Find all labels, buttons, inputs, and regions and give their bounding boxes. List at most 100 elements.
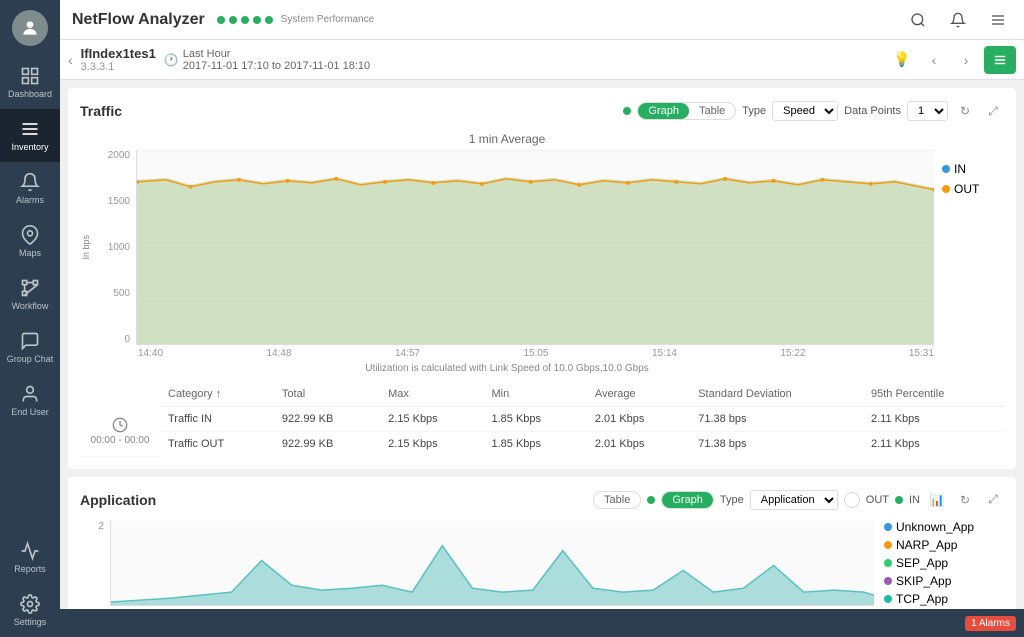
data-points-label: Data Points: [844, 105, 901, 117]
yaxis-0: 0: [96, 334, 130, 345]
legend-in: IN: [942, 162, 1004, 176]
traffic-chart: 1 min Average In bps 2000 1500 1000 500 …: [80, 132, 934, 374]
graph-toggle-btn[interactable]: Graph: [638, 103, 689, 119]
row2-category: Traffic OUT: [160, 432, 274, 457]
xaxis-1505: 15:05: [523, 348, 548, 359]
sidebar-item-groupchat[interactable]: Group Chat: [0, 321, 60, 374]
app-table-toggle-btn[interactable]: Table: [594, 492, 640, 508]
device-ip: 3.3.3.1: [81, 61, 156, 73]
time-range-label: 00:00 - 00:00: [91, 435, 150, 446]
device-name: IfIndex1tes1: [81, 46, 156, 61]
app-graph-toggle-btn[interactable]: Graph: [662, 492, 713, 508]
light-bulb-button[interactable]: 💡: [888, 46, 916, 74]
yaxis-2000: 2000: [96, 150, 130, 161]
col-category: Category ↑: [160, 382, 274, 407]
legend-skip-app-label: SKIP_App: [896, 574, 951, 588]
row1-stddev: 71.38 bps: [690, 407, 863, 432]
legend-unknown-app: Unknown_App: [884, 520, 1004, 534]
sidebar-item-alarms[interactable]: Alarms: [0, 162, 60, 215]
type-select[interactable]: Speed: [772, 101, 838, 121]
traffic-section-header: Traffic Graph Table Type Speed Data Poin…: [80, 100, 1004, 122]
next-button[interactable]: ›: [952, 46, 980, 74]
sidebar-item-inventory[interactable]: Inventory: [0, 109, 60, 162]
xaxis: 14:40 14:48 14:57 15:05 15:14 15:22 15:3…: [80, 348, 934, 359]
sidebar-item-dashboard[interactable]: Dashboard: [0, 56, 60, 109]
app-legend: Unknown_App NARP_App SEP_App SKIP_App: [874, 521, 1004, 606]
row1-avg: 2.01 Kbps: [587, 407, 690, 432]
device-info: IfIndex1tes1 3.3.3.1: [81, 46, 156, 73]
traffic-controls: Graph Table Type Speed Data Points 1 ↻ ⤢: [623, 100, 1004, 122]
menu-hamburger-button[interactable]: [984, 46, 1016, 74]
legend-skip-app: SKIP_App: [884, 574, 1004, 588]
row2-max: 2.15 Kbps: [380, 432, 483, 457]
sidebar-item-inventory-label: Inventory: [11, 142, 48, 152]
col-total: Total: [274, 382, 380, 407]
app-bar-icon[interactable]: 📊: [926, 489, 948, 511]
app-chart-area: 2 Unknown_App: [80, 521, 1004, 606]
navbar: ‹ IfIndex1tes1 3.3.3.1 🕐 Last Hour 2017-…: [60, 40, 1024, 80]
legend-narp-app: NARP_App: [884, 538, 1004, 552]
app-fullscreen-icon[interactable]: ⤢: [982, 489, 1004, 511]
sidebar-item-alarms-label: Alarms: [16, 195, 44, 205]
graph-active-dot: [623, 107, 631, 115]
table-toggle-btn[interactable]: Table: [689, 103, 735, 119]
fullscreen-icon[interactable]: ⤢: [982, 100, 1004, 122]
legend-unknown-app-label: Unknown_App: [896, 520, 974, 534]
app-toggle-circle[interactable]: [844, 492, 860, 508]
traffic-svg: [137, 150, 934, 344]
menu-icon[interactable]: [984, 6, 1012, 34]
bottom-bar: 1 Alarms: [60, 609, 1024, 637]
col-stddev: Standard Deviation: [690, 382, 863, 407]
app-svg: [111, 521, 874, 605]
prev-button[interactable]: ‹: [920, 46, 948, 74]
app-graph-dot: [647, 496, 655, 504]
legend-tcp-app: TCP_App: [884, 592, 1004, 606]
app-type-select[interactable]: Application: [750, 490, 838, 510]
in-dot: [895, 496, 903, 504]
row1-category: Traffic IN: [160, 407, 274, 432]
out-label: OUT: [866, 494, 889, 506]
time-info: 🕐 Last Hour 2017-11-01 17:10 to 2017-11-…: [164, 48, 370, 72]
sidebar-item-enduser-label: End User: [11, 407, 49, 417]
yaxis-500: 500: [96, 288, 130, 299]
chart-title: 1 min Average: [80, 132, 934, 146]
sidebar-item-maps[interactable]: Maps: [0, 215, 60, 268]
sidebar: Dashboard Inventory Alarms Maps Workflow…: [0, 0, 60, 637]
legend-tcp-app-dot: [884, 595, 892, 603]
search-icon[interactable]: [904, 6, 932, 34]
chart-svg-container: [136, 150, 934, 345]
application-section-header: Application Table Graph Type Application…: [80, 489, 1004, 511]
alarm-badge[interactable]: 1 Alarms: [965, 616, 1016, 631]
sidebar-item-reports[interactable]: Reports: [0, 531, 60, 584]
app-chart-svg-container: [110, 521, 874, 606]
status-dots: System Performance: [217, 14, 374, 25]
avatar[interactable]: [12, 10, 48, 46]
time-cell: 00:00 - 00:00: [88, 417, 152, 446]
sidebar-item-reports-label: Reports: [14, 564, 46, 574]
legend-out: OUT: [942, 182, 1004, 196]
xaxis-1457: 14:57: [395, 348, 420, 359]
traffic-chart-wrapper: 1 min Average In bps 2000 1500 1000 500 …: [80, 132, 1004, 374]
legend-out-label: OUT: [954, 182, 979, 196]
app-refresh-icon[interactable]: ↻: [954, 489, 976, 511]
legend-out-dot: [942, 185, 950, 193]
status-dot-3: [241, 16, 249, 24]
refresh-icon[interactable]: ↻: [954, 100, 976, 122]
sidebar-item-workflow[interactable]: Workflow: [0, 268, 60, 321]
notifications-icon[interactable]: [944, 6, 972, 34]
row1-total: 922.99 KB: [274, 407, 380, 432]
app-toggle[interactable]: Graph: [661, 491, 714, 509]
yaxis-label-container: In bps: [80, 150, 92, 345]
legend-sep-app: SEP_App: [884, 556, 1004, 570]
content-area: Traffic Graph Table Type Speed Data Poin…: [60, 80, 1024, 609]
sidebar-item-dashboard-label: Dashboard: [8, 89, 52, 99]
app-graph-table-toggle[interactable]: Table: [593, 491, 641, 509]
col-min: Min: [484, 382, 587, 407]
graph-table-toggle[interactable]: Graph Table: [637, 102, 736, 120]
back-button[interactable]: ‹: [68, 52, 73, 68]
yaxis-1500: 1500: [96, 196, 130, 207]
legend-skip-app-dot: [884, 577, 892, 585]
sidebar-item-settings[interactable]: Settings: [0, 584, 60, 637]
data-points-select[interactable]: 1: [907, 101, 948, 121]
sidebar-item-enduser[interactable]: End User: [0, 374, 60, 427]
